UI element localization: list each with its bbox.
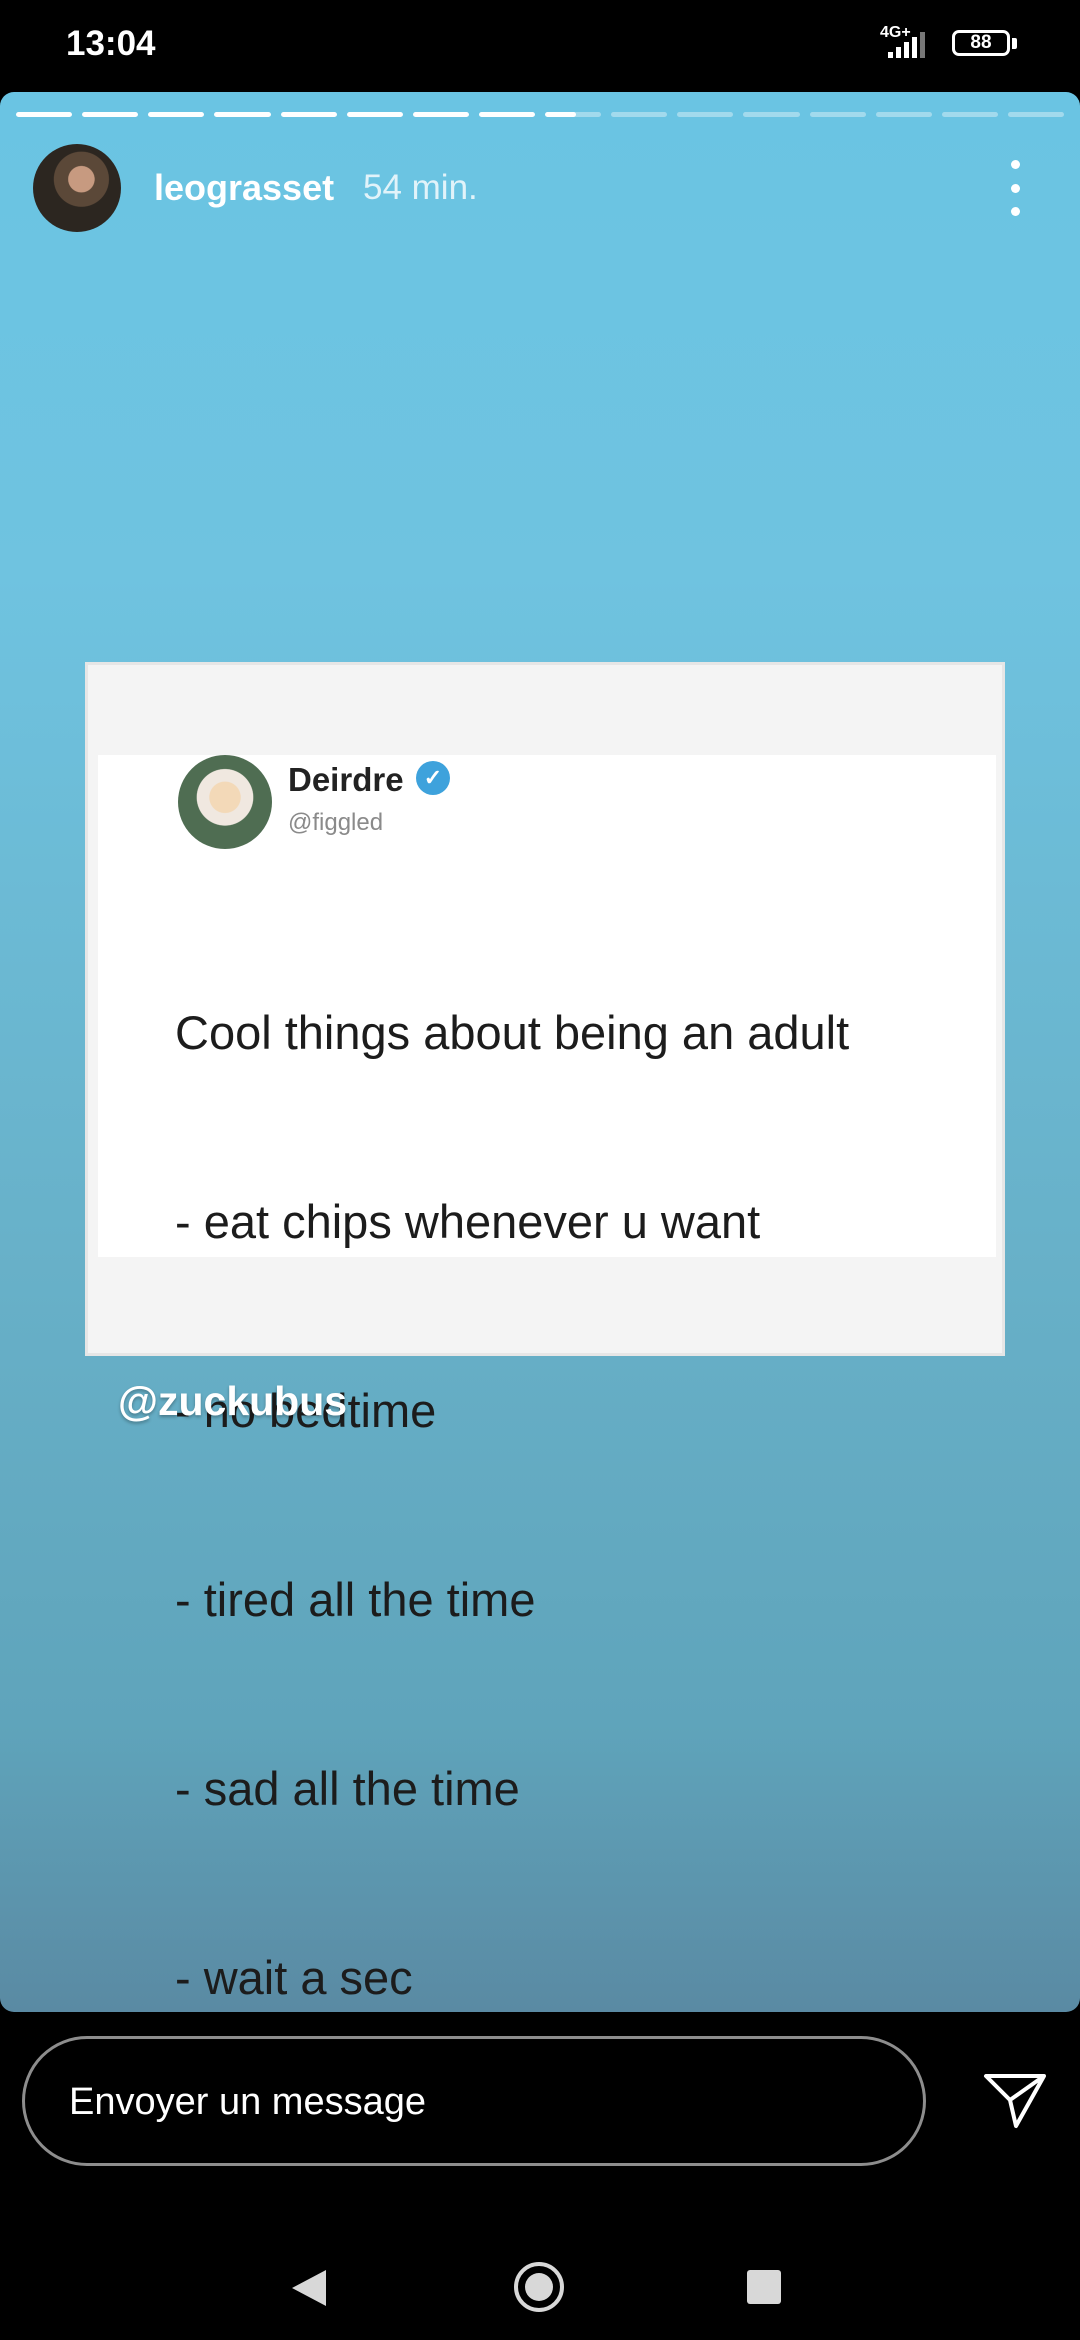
tweet-line: Cool things about being an adult xyxy=(175,1006,850,1059)
progress-segment xyxy=(809,112,866,117)
tweet-author-handle: @figgled xyxy=(288,809,384,836)
battery-level: 88 xyxy=(970,32,992,53)
tweet-text: Cool things about being an adult - eat c… xyxy=(175,875,849,2012)
user-avatar[interactable] xyxy=(33,144,121,232)
more-vertical-icon[interactable] xyxy=(1000,160,1030,216)
progress-segment xyxy=(677,112,734,117)
message-placeholder: Envoyer un message xyxy=(69,2081,426,2123)
tweet-line: - sad all the time xyxy=(175,1762,520,1815)
tweet-author-avatar xyxy=(178,755,272,849)
story-time-ago: 54 min. xyxy=(363,168,478,207)
recent-apps-icon[interactable] xyxy=(747,2270,781,2304)
signal-icon xyxy=(888,32,925,58)
send-icon[interactable] xyxy=(980,2070,1050,2132)
progress-segment xyxy=(478,112,535,117)
progress-segment xyxy=(1007,112,1064,117)
tweet-line: - tired all the time xyxy=(175,1573,536,1626)
mention-sticker[interactable]: @zuckubus xyxy=(118,1378,347,1425)
story-viewer[interactable]: leograsset 54 min. Deirdre ✓ @figgled Co… xyxy=(0,92,1080,2012)
progress-segment xyxy=(82,112,139,117)
progress-segment xyxy=(214,112,271,117)
progress-segment xyxy=(346,112,403,117)
progress-segment xyxy=(941,112,998,117)
progress-segment xyxy=(545,112,602,117)
status-bar: 13:04 4G+ 88 xyxy=(0,0,1080,92)
progress-segment xyxy=(16,112,73,117)
progress-segment xyxy=(412,112,469,117)
tweet-line: - wait a sec xyxy=(175,1951,413,2004)
progress-segment xyxy=(611,112,668,117)
story-username[interactable]: leograsset xyxy=(154,167,334,209)
tweet-line: - eat chips whenever u want xyxy=(175,1195,761,1248)
battery-tip xyxy=(1012,38,1017,49)
progress-segment xyxy=(280,112,337,117)
home-icon[interactable] xyxy=(514,2262,564,2312)
tweet-author-name: Deirdre xyxy=(288,761,404,798)
message-input[interactable]: Envoyer un message xyxy=(22,2036,926,2166)
tweet-screenshot: Deirdre ✓ @figgled Cool things about bei… xyxy=(85,662,1005,2004)
progress-segment xyxy=(148,112,205,117)
progress-segment xyxy=(875,112,932,117)
progress-segment xyxy=(743,112,800,117)
verified-badge-icon: ✓ xyxy=(416,761,450,795)
back-icon[interactable] xyxy=(292,2270,326,2306)
tweet-card: Deirdre ✓ @figgled Cool things about bei… xyxy=(98,755,996,2004)
battery-icon: 88 xyxy=(952,30,1010,56)
system-nav-bar xyxy=(0,2190,1080,2340)
status-time: 13:04 xyxy=(66,24,156,63)
story-progress-bar xyxy=(16,112,1064,117)
